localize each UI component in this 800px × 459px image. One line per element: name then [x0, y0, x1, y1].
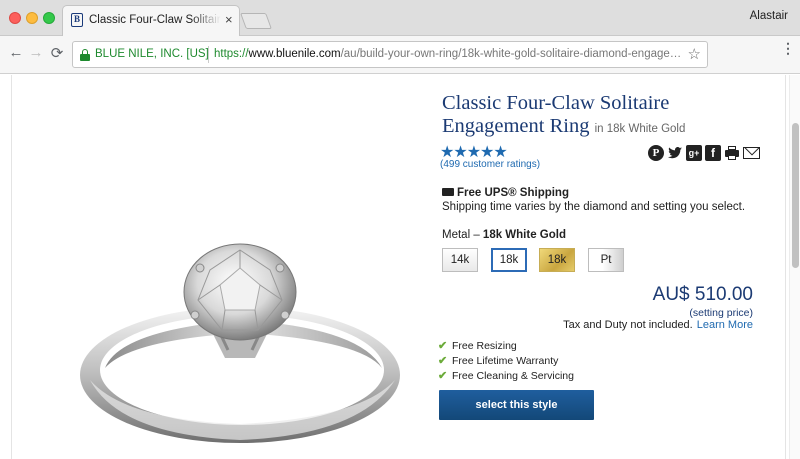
lock-icon[interactable]	[80, 49, 90, 61]
twitter-icon[interactable]	[667, 145, 683, 161]
ratings-link[interactable]: (499 customer ratings)	[440, 159, 540, 170]
browser-toolbar: ← → ⟳ BLUE NILE, INC. [US] https://www.b…	[0, 36, 800, 74]
url-scheme: https://	[214, 48, 249, 60]
check-icon: ✔	[438, 355, 448, 367]
content-border	[785, 75, 786, 459]
learn-more-link[interactable]: Learn More	[697, 319, 753, 331]
product-price: AU$ 510.00	[652, 284, 753, 305]
window-close-button[interactable]	[9, 12, 21, 24]
list-item: ✔ Free Resizing	[438, 339, 574, 354]
address-bar[interactable]: BLUE NILE, INC. [US] https://www.bluenil…	[72, 41, 708, 68]
print-icon[interactable]	[724, 145, 740, 161]
metal-option-platinum[interactable]: Pt	[588, 248, 624, 272]
setting-price-label: (setting price)	[689, 307, 753, 319]
share-icons: P g+ f	[648, 145, 760, 161]
list-item: ✔ Free Lifetime Warranty	[438, 354, 574, 369]
facebook-icon[interactable]: f	[705, 145, 721, 161]
window-maximize-button[interactable]	[43, 12, 55, 24]
metal-option-18k-white[interactable]: 18k	[491, 248, 527, 272]
feature-text: Free Lifetime Warranty	[452, 355, 559, 367]
truck-icon	[442, 188, 454, 196]
feature-text: Free Cleaning & Servicing	[452, 370, 574, 382]
profile-name[interactable]: Alastair	[750, 10, 788, 22]
back-icon[interactable]: ←	[7, 44, 25, 61]
browser-titlebar: B Classic Four-Claw Solitaire Eng × Alas…	[0, 0, 800, 36]
browser-tab[interactable]: B Classic Four-Claw Solitaire Eng ×	[62, 5, 240, 36]
shipping-title-text: Free UPS® Shipping	[457, 187, 569, 199]
certificate-org: BLUE NILE, INC. [US]	[95, 48, 209, 60]
content-border	[11, 75, 12, 459]
tab-title-fade	[191, 10, 221, 30]
new-tab-button[interactable]	[240, 13, 272, 29]
url-host: www.bluenile.com	[248, 48, 341, 60]
url-path: /au/build-your-own-ring/18k-white-gold-s…	[340, 48, 682, 60]
metal-selected: 18k White Gold	[482, 229, 566, 241]
check-icon: ✔	[438, 340, 448, 352]
google-plus-icon[interactable]: g+	[686, 145, 702, 161]
page-scrollbar[interactable]	[789, 75, 800, 459]
metal-label: Metal – 18k White Gold	[442, 229, 566, 241]
feature-list: ✔ Free Resizing ✔ Free Lifetime Warranty ✔…	[438, 339, 574, 384]
pinterest-icon[interactable]: P	[648, 145, 664, 161]
bluenile-favicon-icon: B	[71, 13, 83, 27]
forward-icon[interactable]: →	[27, 44, 45, 61]
url-text[interactable]: https://www.bluenile.com/au/build-your-o…	[214, 48, 681, 60]
check-icon: ✔	[438, 370, 448, 382]
shipping-title: Free UPS® Shipping	[442, 187, 569, 199]
product-subtitle: in 18k White Gold	[594, 123, 686, 135]
window-minimize-button[interactable]	[26, 12, 38, 24]
scrollbar-thumb[interactable]	[792, 123, 799, 268]
ring-product-image[interactable]	[60, 240, 420, 455]
tab-close-icon[interactable]: ×	[225, 12, 233, 27]
bookmark-star-icon[interactable]: ☆	[688, 45, 701, 63]
metal-label-prefix: Metal –	[442, 229, 480, 241]
browser-menu-icon[interactable]: ⋮	[781, 41, 795, 55]
feature-text: Free Resizing	[452, 340, 517, 352]
tax-text: Tax and Duty not included.	[563, 319, 693, 331]
select-this-style-button[interactable]: select this style	[439, 390, 594, 420]
url-separator	[208, 46, 209, 63]
metal-option-14k-white[interactable]: 14k	[442, 248, 478, 272]
shipping-description: Shipping time varies by the diamond and …	[442, 201, 746, 213]
metal-option-18k-yellow[interactable]: 18k	[539, 248, 575, 272]
product-title: Classic Four-Claw Solitaire Engagement R…	[442, 92, 772, 141]
email-icon[interactable]	[743, 147, 760, 159]
tax-note: Tax and Duty not included. Learn More	[500, 319, 753, 331]
reload-icon[interactable]: ⟳	[48, 44, 66, 62]
list-item: ✔ Free Cleaning & Servicing	[438, 369, 574, 384]
